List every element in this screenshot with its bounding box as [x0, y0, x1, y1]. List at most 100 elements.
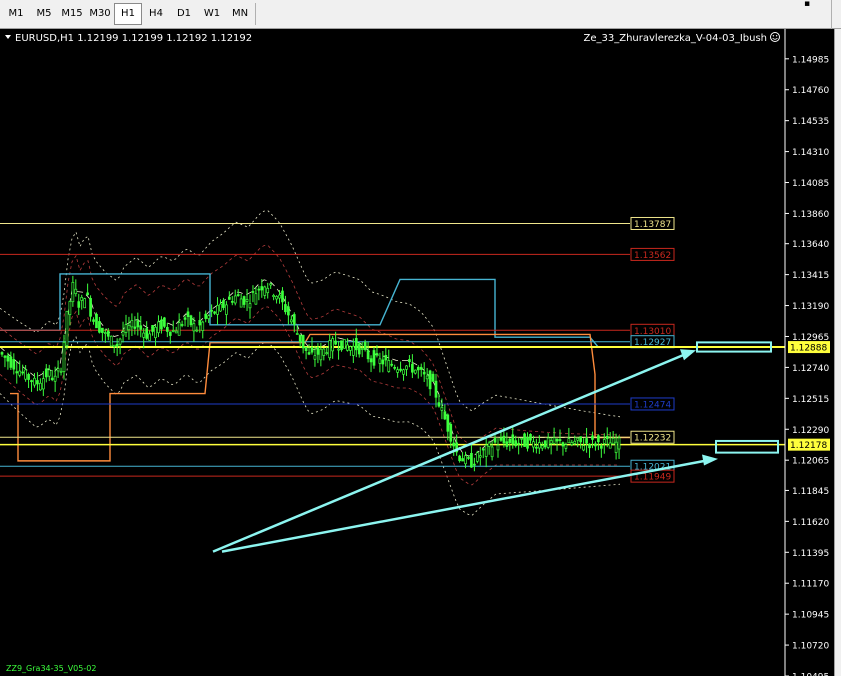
candle-body	[490, 446, 494, 458]
candle-body	[514, 440, 518, 447]
candle-body	[552, 437, 556, 444]
candle-body	[484, 444, 488, 457]
candle-body	[549, 440, 553, 444]
price-tick-label: 1.13190	[792, 302, 829, 312]
candle-body	[425, 375, 429, 380]
candle-body	[558, 439, 562, 441]
candle-body	[440, 407, 444, 411]
candle-body	[103, 332, 107, 334]
candle-body	[154, 326, 157, 339]
candle-body	[98, 321, 101, 333]
candle-body	[183, 317, 187, 320]
price-tick-label: 1.14310	[792, 148, 829, 158]
candle-body	[77, 301, 81, 308]
timeframe-button-m5[interactable]: M5	[30, 3, 58, 25]
candle-body	[136, 320, 140, 328]
candle-body	[68, 301, 72, 315]
price-level-label: 1.12232	[634, 434, 671, 444]
candle-body	[115, 343, 119, 347]
candle-body	[496, 444, 500, 451]
candle-body	[65, 310, 69, 346]
candle-body	[292, 314, 296, 325]
candle-body	[322, 348, 326, 356]
candle-body	[41, 378, 45, 390]
candle-body	[384, 354, 388, 361]
candle-body	[130, 320, 134, 328]
timeframe-button-h4[interactable]: H4	[142, 3, 170, 25]
candle-body	[505, 441, 509, 447]
candle-body	[298, 334, 302, 343]
candle-body	[127, 325, 131, 331]
candle-body	[390, 363, 394, 366]
candle-body	[213, 311, 216, 314]
price-chart[interactable]: 1.137871.135621.130101.129271.124741.122…	[0, 29, 834, 676]
candle-body	[608, 442, 612, 449]
timeframe-button-m30[interactable]: M30	[86, 3, 114, 25]
candle-body	[74, 288, 78, 294]
candle-body	[15, 371, 19, 374]
candle-body	[378, 358, 382, 364]
candle-body	[139, 325, 143, 330]
candle-body	[526, 437, 529, 449]
candle-body	[92, 319, 95, 322]
toolbar-corner-marker: ▪	[804, 0, 811, 9]
price-tick-label: 1.13640	[792, 240, 829, 250]
candle-body	[313, 355, 317, 360]
candle-body	[493, 437, 497, 443]
candle-body	[396, 369, 399, 373]
candle-body	[605, 435, 609, 440]
candle-body	[617, 437, 621, 450]
timeframe-button-m15[interactable]: M15	[58, 3, 86, 25]
candle-body	[611, 437, 615, 445]
candle-body	[133, 326, 137, 329]
price-level-label: 1.13787	[634, 220, 671, 230]
window-border	[834, 29, 841, 676]
candle-body	[343, 339, 346, 349]
candle-body	[310, 347, 314, 353]
price-level-label: 1.13562	[634, 251, 671, 261]
candle-body	[585, 438, 588, 444]
candle-body	[573, 440, 577, 444]
candle-body	[408, 359, 411, 363]
candle-body	[360, 348, 364, 350]
candle-body	[109, 335, 113, 347]
candle-body	[189, 315, 193, 326]
candle-body	[21, 371, 25, 374]
timeframe-button-w1[interactable]: W1	[198, 3, 226, 25]
candle-body	[511, 434, 515, 445]
candle-body	[487, 442, 491, 447]
timeframe-button-mn[interactable]: MN	[226, 3, 254, 25]
axis-price-marker-label: 1.12178	[790, 441, 827, 451]
candle-body	[372, 350, 376, 366]
candle-body	[588, 444, 591, 449]
candle-body	[387, 360, 391, 372]
candle-body	[112, 344, 116, 347]
candle-body	[473, 463, 476, 466]
timeframe-button-d1[interactable]: D1	[170, 3, 198, 25]
candle-body	[422, 371, 426, 375]
candle-body	[301, 334, 305, 349]
candle-body	[337, 348, 340, 351]
candle-body	[195, 329, 199, 332]
candle-body	[251, 291, 255, 293]
candle-body	[470, 453, 473, 468]
candle-body	[186, 311, 190, 318]
candle-body	[145, 328, 149, 339]
price-axis[interactable]: 1.14985 1.14760 1.14535 1.14310 1.14085 1.138…	[785, 55, 829, 676]
candle-body	[89, 298, 92, 317]
candle-body	[295, 333, 299, 335]
candle-body	[478, 455, 482, 458]
price-tick-label: 1.12740	[792, 364, 829, 374]
candle-body	[334, 340, 337, 345]
price-tick-label: 1.10495	[792, 673, 829, 676]
candle-body	[449, 423, 453, 442]
candle-body	[171, 330, 175, 332]
candle-body	[163, 317, 166, 327]
timeframe-button-h1[interactable]: H1	[114, 3, 142, 25]
candle-body	[56, 368, 60, 372]
candle-body	[95, 313, 98, 329]
candle-body	[381, 359, 385, 365]
candle-body	[148, 333, 151, 341]
candle-body	[165, 327, 169, 332]
timeframe-button-m1[interactable]: M1	[2, 3, 30, 25]
